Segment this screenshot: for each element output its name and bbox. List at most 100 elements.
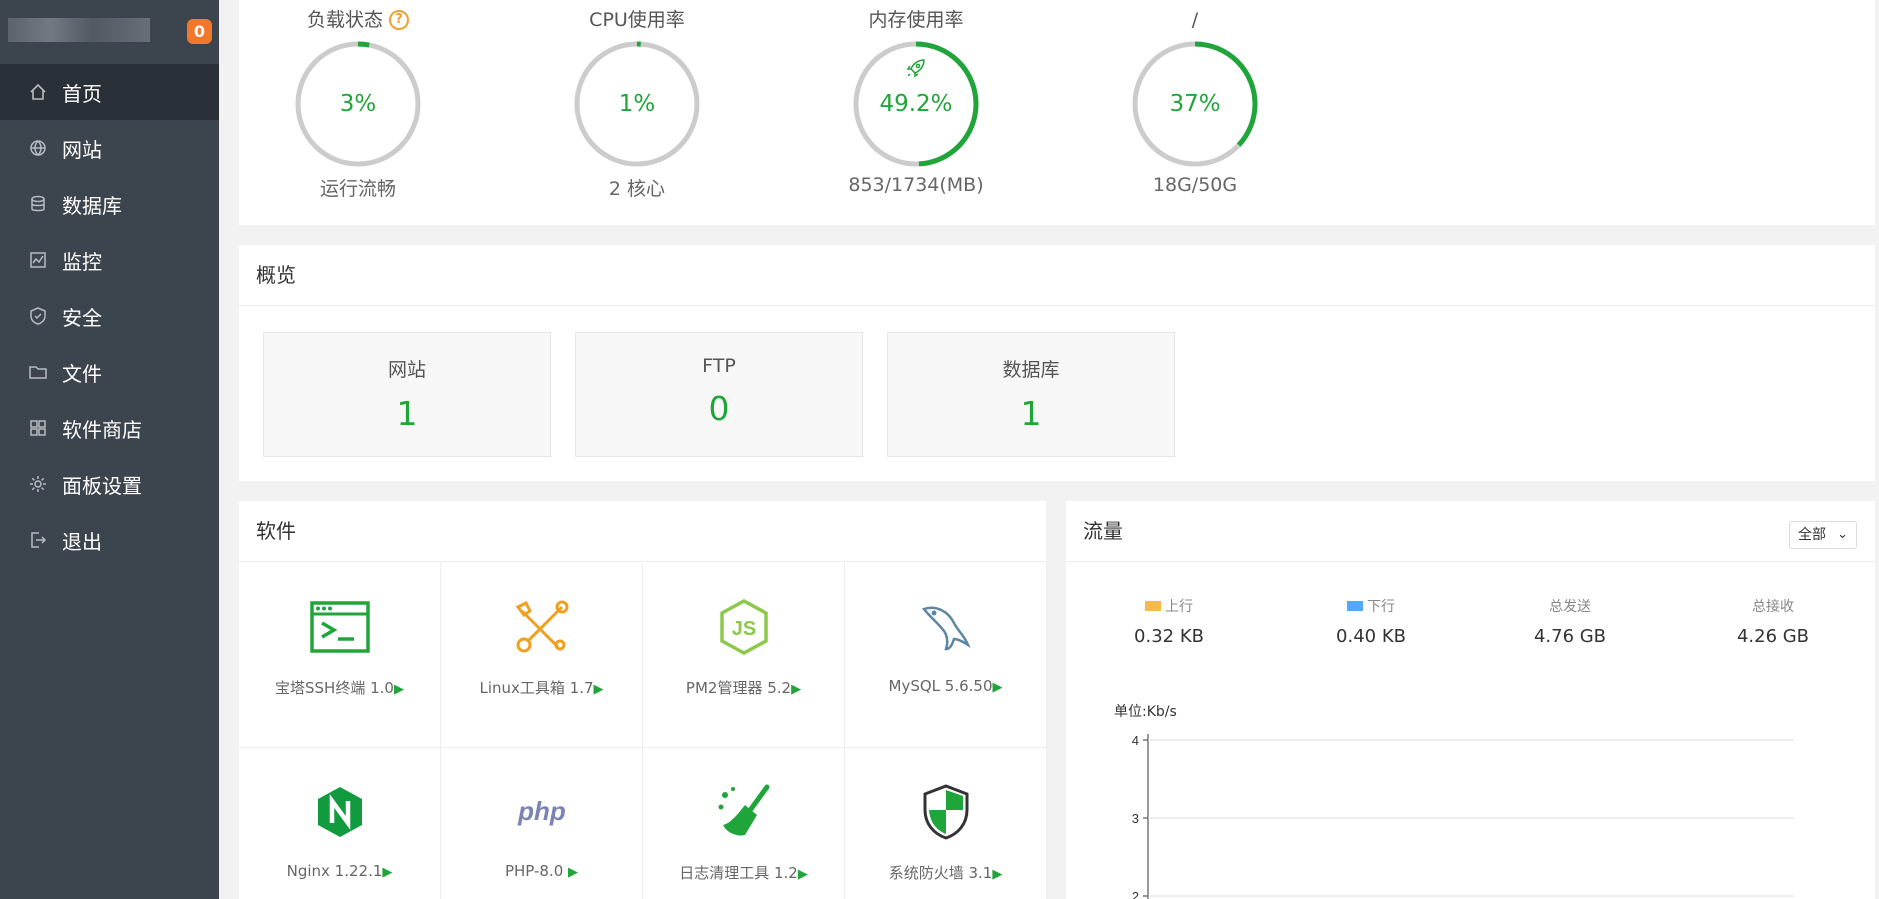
globe-icon [28,138,48,158]
gauge-title: CPU使用率 [589,9,685,31]
software-name: MySQL 5.6.50 [888,677,993,695]
tools-icon [510,595,574,659]
gauge-title: 负载状态 ? [258,0,458,40]
logout-icon [28,530,48,550]
play-icon: ▶ [593,682,604,697]
gauge-ring: 49.2% [852,40,980,168]
server-name-blurred [8,18,150,42]
sidebar-item-label: 安全 [62,305,102,330]
software-item-mysql[interactable]: MySQL 5.6.50▶ [845,563,1047,748]
home-icon [28,82,48,102]
sidebar-item-logout[interactable]: 退出 [0,512,219,568]
software-name: PM2管理器 5.2 [685,679,792,697]
gauge-subtext: 18G/50G [1152,174,1238,196]
gauge-title-text: 负载状态 [306,9,383,31]
sidebar-item-label: 退出 [62,529,102,554]
gauge-value: 49.2% [879,91,953,117]
software-item-label: PHP-8.0 ▶ [441,862,642,880]
software-name: Linux工具箱 1.7 [479,679,594,697]
gauge-title: 内存使用率 [868,9,964,31]
software-name: 系统防火墙 3.1 [888,864,993,882]
play-icon: ▶ [797,867,808,882]
database-icon [28,194,48,214]
play-icon: ▶ [992,680,1003,695]
broom-icon [712,780,776,844]
software-item-label: MySQL 5.6.50▶ [845,677,1046,695]
overview-card-value: 1 [1020,394,1042,433]
software-item-linux-toolbox[interactable]: Linux工具箱 1.7▶ [441,563,643,748]
software-title: 软件 [239,501,1046,562]
sidebar-item-panel-settings[interactable]: 面板设置 [0,456,219,512]
gauge-title: / [1191,9,1199,31]
y-tick-label: 2 [1132,889,1139,899]
play-icon: ▶ [568,865,579,880]
overview-card-ftp[interactable]: FTP 0 [575,332,863,457]
gauge-cpu[interactable]: CPU使用率 1% 2 核心 [537,0,737,201]
overview-card-value: 1 [396,394,418,433]
sidebar-item-security[interactable]: 安全 [0,288,219,344]
nodejs-icon: JS [712,595,776,659]
sidebar-item-label: 首页 [62,81,102,106]
gauge-disk[interactable]: / 37% 18G/50G [1095,0,1295,196]
software-item-firewall[interactable]: 系统防火墙 3.1▶ [845,748,1047,899]
software-item-php[interactable]: php PHP-8.0 ▶ [441,748,643,899]
gauge-value: 37% [1169,91,1221,117]
svg-text:JS: JS [731,618,755,640]
sidebar-item-files[interactable]: 文件 [0,344,219,400]
sidebar-item-home[interactable]: 首页 [0,64,219,120]
software-item-nginx[interactable]: Nginx 1.22.1▶ [239,748,441,899]
software-name: 宝塔SSH终端 1.0 [275,679,394,697]
sidebar-item-label: 数据库 [62,193,122,218]
play-icon: ▶ [382,865,393,880]
php-logo-text: php [517,796,566,826]
gauge-memory[interactable]: 内存使用率 49.2% 853/1734(MB) [816,0,1016,196]
gauge-subtext: 2 核心 [608,178,666,200]
overview-title: 概览 [239,245,1875,306]
sidebar-item-label: 监控 [62,249,102,274]
help-icon[interactable]: ? [389,10,409,30]
gauge-subtext: 运行流畅 [319,178,396,200]
monitor-icon [28,250,48,270]
sidebar-item-label: 网站 [62,137,102,162]
sidebar-header: 0 [0,0,219,64]
software-item-label: 系统防火墙 3.1▶ [845,862,1046,883]
software-item-label: Nginx 1.22.1▶ [239,862,440,880]
y-tick-label: 3 [1132,811,1139,826]
overview-card-label: 数据库 [1002,359,1060,381]
software-item-log-cleaner[interactable]: 日志清理工具 1.2▶ [643,748,845,899]
traffic-chart: 4 3 2 [1132,733,1794,899]
overview-card-label: 网站 [387,359,426,381]
status-panel: 负载状态 ? 3% 运行流畅 CPU使用率 1% 2 核心 内存使用率 49.2… [239,0,1875,225]
sidebar-item-label: 面板设置 [62,473,142,498]
gauge-value: 3% [339,91,377,117]
shield-icon [28,306,48,326]
gauge-ring: 3% [294,40,422,168]
sidebar-item-label: 文件 [62,361,102,386]
software-item-pm2[interactable]: JS PM2管理器 5.2▶ [643,563,845,748]
overview-card-database[interactable]: 数据库 1 [887,332,1175,457]
folder-icon [28,362,48,382]
software-item-ssh-terminal[interactable]: 宝塔SSH终端 1.0▶ [239,563,441,748]
notification-badge[interactable]: 0 [187,19,212,44]
overview-card-website[interactable]: 网站 1 [263,332,551,457]
software-item-label: PM2管理器 5.2▶ [643,677,844,698]
software-item-label: 日志清理工具 1.2▶ [643,862,844,883]
software-name: 日志清理工具 1.2 [679,864,798,882]
traffic-panel: 流量 全部 ⌄ 上行 0.32 KB 下行 0.40 KB 总发送 4.76 G… [1066,501,1875,899]
apps-icon [28,418,48,438]
play-icon: ▶ [791,682,802,697]
sidebar-item-app-store[interactable]: 软件商店 [0,400,219,456]
sidebar: 0 首页 网站 数据库 监控 安全 文件 软件商店 面板设置 退出 [0,0,219,899]
sidebar-item-monitor[interactable]: 监控 [0,232,219,288]
overview-panel: 概览 网站 1 FTP 0 数据库 1 [239,245,1875,481]
nginx-icon [308,780,372,844]
sidebar-item-website[interactable]: 网站 [0,120,219,176]
overview-card-value: 0 [708,389,730,428]
play-icon: ▶ [393,682,404,697]
firewall-shield-icon [914,780,978,844]
gauge-ring: 37% [1131,40,1259,168]
gauge-load[interactable]: 负载状态 ? 3% 运行流畅 [258,0,458,201]
sidebar-item-label: 软件商店 [62,417,142,442]
terminal-icon [308,595,372,659]
sidebar-item-database[interactable]: 数据库 [0,176,219,232]
